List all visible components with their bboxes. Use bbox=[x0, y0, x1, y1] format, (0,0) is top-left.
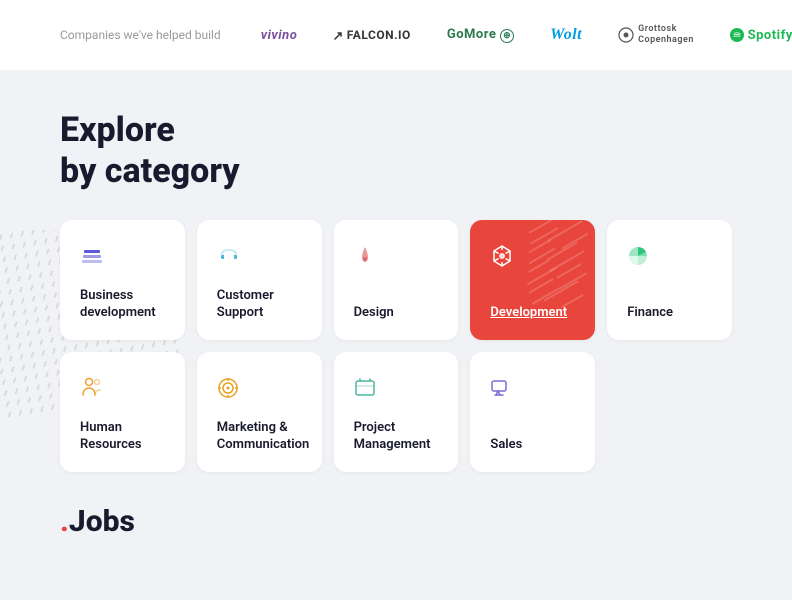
logo-wolt: Wolt bbox=[550, 26, 582, 44]
logo-grottosk: GrottoskCopenhagen bbox=[618, 24, 694, 46]
category-card-customer-support[interactable]: CustomerSupport bbox=[197, 220, 322, 340]
jobs-dot: . bbox=[60, 504, 69, 539]
top-bar: Companies we've helped build vivino FALC… bbox=[0, 0, 792, 70]
logo-spotify: Spotify bbox=[730, 28, 792, 43]
category-card-human-resources[interactable]: HumanResources bbox=[60, 352, 185, 472]
development-name[interactable]: Development bbox=[490, 305, 575, 322]
marketing-name: Marketing &Communication bbox=[217, 420, 302, 454]
sales-icon bbox=[490, 374, 575, 402]
customer-icon bbox=[217, 242, 302, 270]
main-content: for(let i=0;i<18*18;i++) document.write(… bbox=[0, 70, 792, 472]
project-name: ProjectManagement bbox=[354, 420, 439, 454]
explore-title: Explore by category bbox=[60, 110, 732, 192]
jobs-section: .Jobs bbox=[0, 472, 792, 539]
sales-name: Sales bbox=[490, 437, 575, 454]
logos-row: vivino FALCON.IO GoMore ⊕ Wolt GrottoskC… bbox=[261, 24, 792, 46]
category-card-marketing[interactable]: Marketing &Communication bbox=[197, 352, 322, 472]
finance-icon bbox=[627, 242, 712, 270]
card-decoration bbox=[515, 220, 595, 340]
logo-gomore: GoMore ⊕ bbox=[447, 27, 514, 43]
development-icon bbox=[490, 242, 575, 270]
logo-falcon: FALCON.IO bbox=[333, 28, 411, 42]
category-card-project-management[interactable]: ProjectManagement bbox=[334, 352, 459, 472]
design-name: Design bbox=[354, 305, 439, 322]
marketing-icon bbox=[217, 374, 302, 402]
category-grid: Businessdevelopment CustomerSupport D bbox=[60, 220, 732, 472]
category-card-finance[interactable]: Finance bbox=[607, 220, 732, 340]
finance-name: Finance bbox=[627, 305, 712, 322]
customer-name: CustomerSupport bbox=[217, 288, 302, 322]
business-name: Businessdevelopment bbox=[80, 288, 165, 322]
logo-vivino: vivino bbox=[261, 28, 298, 43]
design-icon bbox=[354, 242, 439, 270]
project-icon bbox=[354, 374, 439, 402]
companies-label: Companies we've helped build bbox=[60, 28, 221, 42]
hr-name: HumanResources bbox=[80, 420, 165, 454]
category-card-development[interactable]: Development bbox=[470, 220, 595, 340]
category-card-design[interactable]: Design bbox=[334, 220, 459, 340]
hr-icon bbox=[80, 374, 165, 402]
category-card-sales[interactable]: Sales bbox=[470, 352, 595, 472]
business-icon bbox=[80, 242, 165, 270]
category-card-business-development[interactable]: Businessdevelopment bbox=[60, 220, 185, 340]
jobs-title: .Jobs bbox=[60, 504, 732, 539]
